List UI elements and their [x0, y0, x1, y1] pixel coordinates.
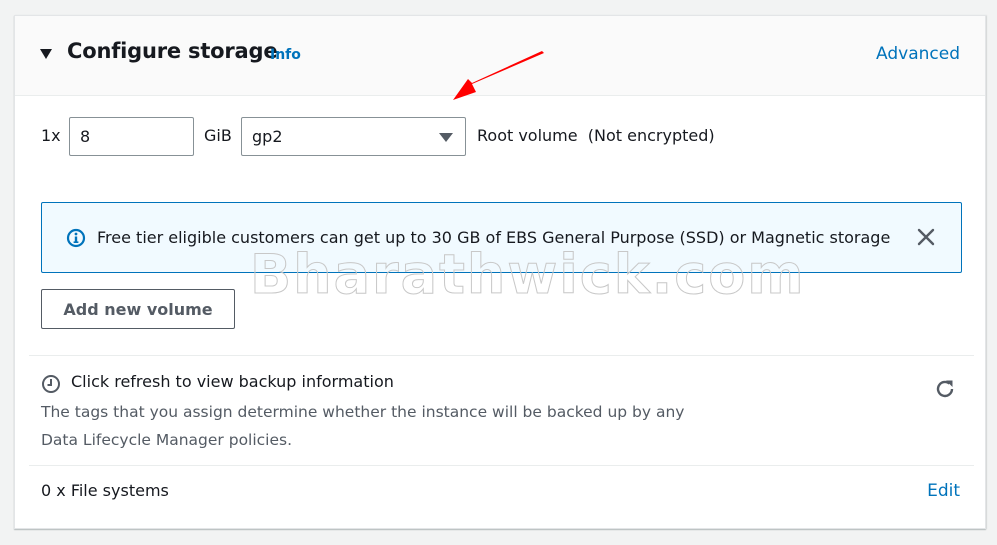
add-new-volume-button[interactable]: Add new volume	[41, 289, 235, 329]
alert-message: Free tier eligible customers can get up …	[97, 228, 891, 247]
info-link[interactable]: Info	[270, 47, 301, 63]
divider	[29, 355, 974, 356]
free-tier-alert: Free tier eligible customers can get up …	[41, 202, 962, 273]
volume-type-select[interactable]: gp2	[241, 117, 466, 156]
backup-info-title: Click refresh to view backup information	[71, 372, 394, 391]
dropdown-arrow-icon	[439, 133, 453, 142]
refresh-icon[interactable]	[933, 377, 957, 405]
edit-file-systems-link[interactable]: Edit	[927, 481, 960, 501]
volume-type-value: gp2	[252, 127, 283, 146]
backup-info-description: The tags that you assign determine wheth…	[41, 403, 685, 449]
size-unit-label: GiB	[204, 126, 232, 145]
divider	[29, 465, 974, 466]
annotation-arrow-icon	[453, 51, 544, 100]
close-icon[interactable]	[917, 228, 935, 250]
root-volume-label: Root volume (Not encrypted)	[477, 126, 715, 145]
info-circle-icon	[66, 228, 86, 252]
volume-size-input[interactable]	[69, 117, 194, 156]
clock-icon	[41, 374, 61, 398]
root-volume-row: 1x GiB gp2 Root volume (Not encrypted)	[15, 117, 985, 157]
volume-quantity-label: 1x	[41, 126, 61, 145]
file-systems-label: 0 x File systems	[41, 481, 169, 500]
caret-down-icon[interactable]	[40, 49, 52, 59]
advanced-link[interactable]: Advanced	[876, 44, 960, 64]
section-title: Configure storage	[67, 39, 278, 63]
